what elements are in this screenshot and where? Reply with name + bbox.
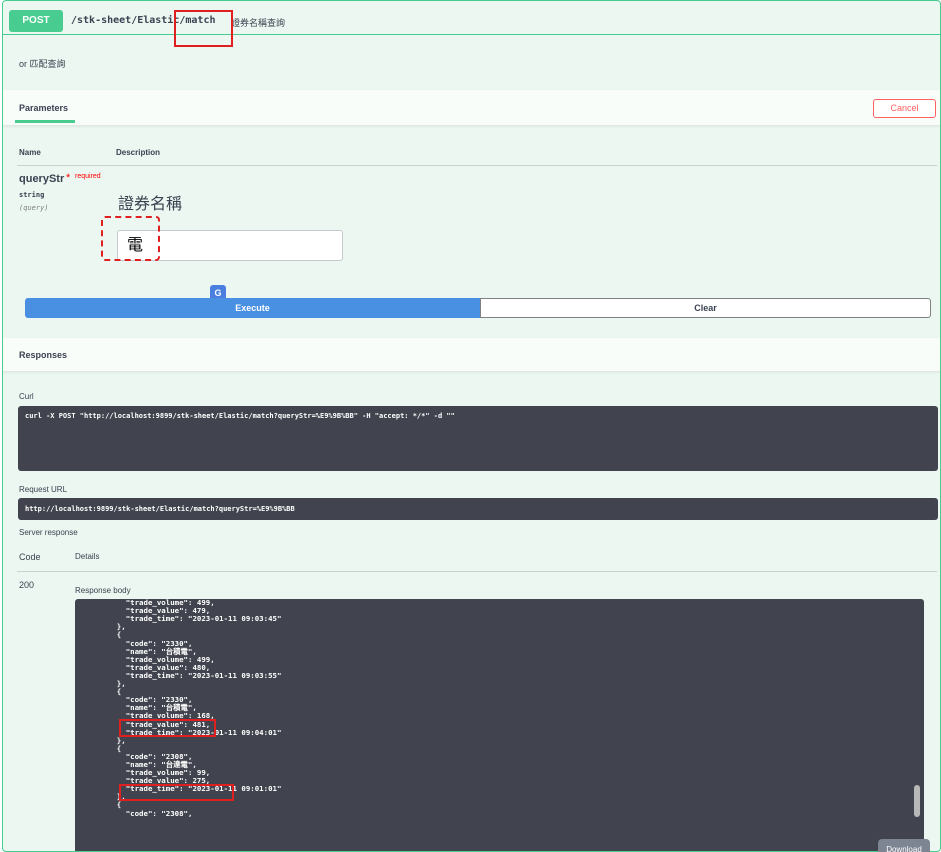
response-header-divider — [17, 571, 937, 572]
clear-button[interactable]: Clear — [480, 298, 931, 318]
annotation-box-name-2 — [119, 784, 234, 801]
parameters-tab-underline — [15, 120, 75, 123]
operation-summary-text: 證券名稱查詢 — [231, 18, 286, 28]
col-header-details: Details — [75, 552, 100, 561]
responses-header: Responses — [3, 338, 940, 372]
annotation-box-path — [174, 10, 233, 47]
download-button[interactable]: Download — [878, 839, 930, 852]
param-location: (query) — [19, 204, 49, 212]
execute-button[interactable]: Execute — [25, 298, 480, 318]
param-header-divider — [17, 165, 937, 166]
col-header-name: Name — [19, 148, 41, 157]
col-header-code: Code — [19, 552, 41, 562]
annotation-box-name-1 — [119, 719, 216, 737]
server-response-label: Server response — [19, 528, 78, 537]
col-header-description: Description — [116, 148, 161, 157]
param-description: 證券名稱 — [118, 196, 183, 213]
curl-label: Curl — [19, 392, 34, 401]
response-status-code: 200 — [19, 580, 35, 590]
required-star: * — [66, 172, 71, 184]
response-body-label: Response body — [75, 586, 131, 595]
request-url-box[interactable]: http://localhost:9899/stk-sheet/Elastic/… — [18, 498, 938, 520]
curl-code-box[interactable]: curl -X POST "http://localhost:9899/stk-… — [18, 406, 938, 471]
responses-title: Responses — [19, 350, 68, 360]
request-url-label: Request URL — [19, 485, 68, 494]
required-label: required — [75, 173, 101, 180]
request-url: http://localhost:9899/stk-sheet/Elastic/… — [25, 505, 295, 513]
parameters-header: Parameters Cancel — [3, 90, 940, 126]
operation-description: or 匹配查詢 — [19, 59, 66, 69]
param-name: queryStr — [19, 173, 65, 185]
parameters-tab[interactable]: Parameters — [19, 103, 68, 113]
annotation-box-input — [101, 216, 160, 261]
operation-summary[interactable]: POST /stk-sheet/Elastic/match 證券名稱查詢 — [3, 1, 940, 35]
param-type: string — [19, 191, 45, 199]
curl-command: curl -X POST "http://localhost:9899/stk-… — [25, 412, 455, 420]
response-scrollbar[interactable] — [914, 785, 920, 817]
http-method-badge: POST — [9, 10, 63, 32]
cancel-button[interactable]: Cancel — [873, 99, 936, 118]
